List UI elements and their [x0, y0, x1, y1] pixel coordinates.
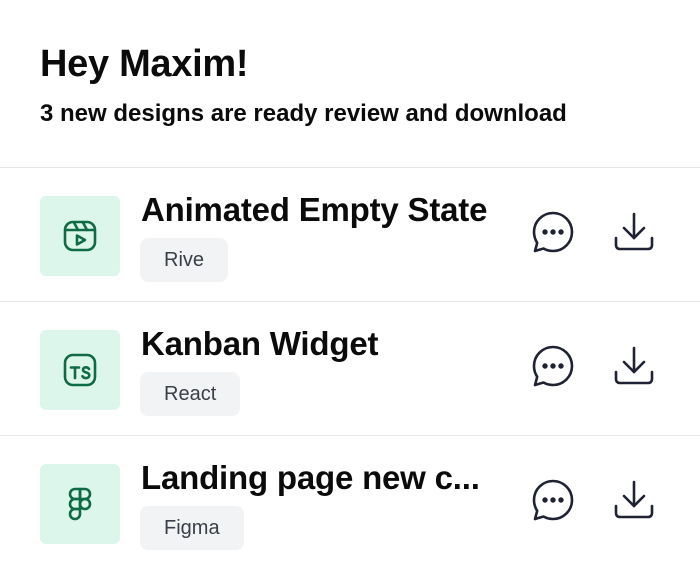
- download-icon: [611, 477, 657, 523]
- design-tag: Figma: [140, 506, 244, 550]
- design-title: Landing page new c...: [141, 459, 480, 496]
- design-tag: React: [140, 372, 241, 416]
- comment-icon: [530, 477, 576, 523]
- download-icon: [611, 209, 657, 255]
- list-item[interactable]: Animated Empty State Rive: [0, 167, 700, 301]
- designs-list: Animated Empty State Rive Kanban Widget …: [0, 167, 700, 569]
- greeting-subtitle: 3 new designs are ready review and downl…: [40, 100, 567, 127]
- figma-icon: [60, 484, 100, 524]
- download-button[interactable]: [610, 476, 658, 524]
- list-item[interactable]: Landing page new c... Figma: [0, 435, 700, 569]
- typescript-icon: [60, 350, 100, 390]
- comment-button[interactable]: [529, 342, 577, 390]
- header: Hey Maxim! 3 new designs are ready revie…: [40, 40, 567, 130]
- comment-icon: [530, 209, 576, 255]
- download-icon: [611, 343, 657, 389]
- rive-video-icon: [60, 216, 100, 256]
- design-title: Animated Empty State: [141, 191, 488, 228]
- comment-icon: [530, 343, 576, 389]
- design-tag: Rive: [140, 238, 229, 282]
- greeting-title: Hey Maxim!: [40, 43, 249, 85]
- comment-button[interactable]: [529, 476, 577, 524]
- design-title: Kanban Widget: [141, 325, 379, 362]
- comment-button[interactable]: [529, 208, 577, 256]
- design-thumbnail: [40, 330, 120, 410]
- design-thumbnail: [40, 196, 120, 276]
- download-button[interactable]: [610, 208, 658, 256]
- design-thumbnail: [40, 464, 120, 544]
- list-item[interactable]: Kanban Widget React: [0, 301, 700, 435]
- download-button[interactable]: [610, 342, 658, 390]
